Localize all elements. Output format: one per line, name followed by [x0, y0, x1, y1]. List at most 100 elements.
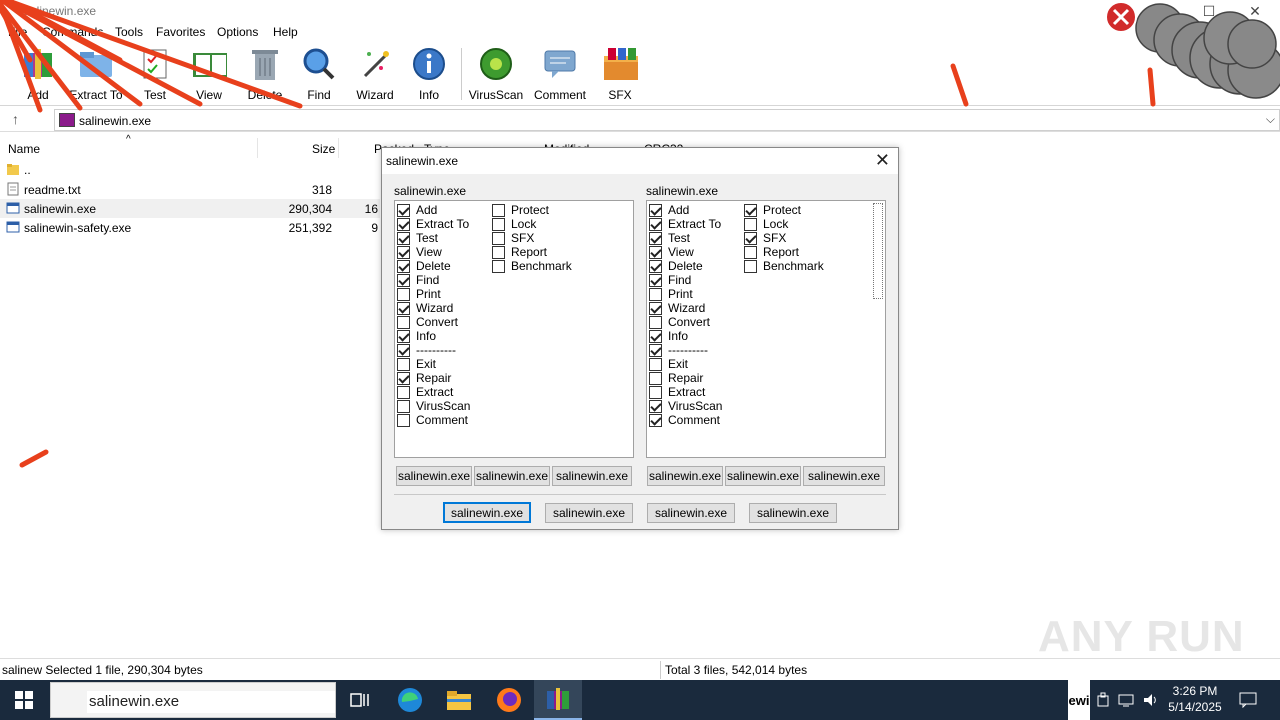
dialog-button-3[interactable]: salinewin.exe [647, 503, 735, 523]
checkbox-box[interactable] [649, 301, 662, 315]
checkbox-box[interactable] [744, 231, 757, 245]
checkbox-convert[interactable]: Convert [649, 315, 710, 329]
checkbox-box[interactable] [649, 413, 662, 427]
network-icon[interactable] [1118, 680, 1136, 720]
checkbox-box[interactable] [744, 259, 757, 273]
task-view-icon[interactable] [336, 680, 384, 720]
checkbox-box[interactable] [649, 399, 662, 413]
checkbox-box[interactable] [397, 245, 410, 259]
checkbox-repair[interactable]: Repair [397, 371, 451, 385]
checkbox-box[interactable] [397, 343, 410, 357]
menu-file[interactable]: File [8, 25, 27, 39]
checkbox-benchmark[interactable]: Benchmark [492, 259, 572, 273]
extract-to-button[interactable]: Extract To [68, 46, 124, 102]
checkbox-sfx[interactable]: SFX [492, 231, 534, 245]
checkbox-protect[interactable]: Protect [492, 203, 549, 217]
checkbox-box[interactable] [649, 231, 662, 245]
scrollbar[interactable] [873, 203, 883, 299]
checkbox-box[interactable] [397, 217, 410, 231]
dialog-button-4[interactable]: salinewin.exe [749, 503, 837, 523]
checkbox-box[interactable] [397, 371, 410, 385]
checkbox-benchmark[interactable]: Benchmark [744, 259, 824, 273]
dialog-button-2[interactable]: salinewin.exe [545, 503, 633, 523]
checkbox-lock[interactable]: Lock [492, 217, 536, 231]
checkbox-box[interactable] [397, 287, 410, 301]
checkbox-box[interactable] [649, 259, 662, 273]
checkbox-box[interactable] [649, 245, 662, 259]
checkbox-box[interactable] [649, 203, 662, 217]
checkbox-box[interactable] [649, 343, 662, 357]
column-size[interactable]: Size [312, 142, 335, 156]
checkbox-box[interactable] [649, 329, 662, 343]
checkbox-box[interactable] [649, 217, 662, 231]
checkbox-[interactable]: ---------- [397, 343, 456, 357]
list-item[interactable]: readme.txt 318 [0, 180, 380, 199]
search-input[interactable]: salinewin.exe [87, 691, 335, 713]
checkbox-box[interactable] [397, 203, 410, 217]
checkbox-box[interactable] [492, 203, 505, 217]
menu-commands[interactable]: Commands [42, 25, 103, 39]
add-button[interactable]: Add [10, 46, 66, 102]
checkbox-protect[interactable]: Protect [744, 203, 801, 217]
list-item-selected[interactable]: salinewin.exe 290,304 16 [0, 199, 380, 218]
checkbox-print[interactable]: Print [397, 287, 441, 301]
checkbox-comment[interactable]: Comment [649, 413, 720, 427]
checkbox-virusscan[interactable]: VirusScan [397, 399, 470, 413]
comment-button[interactable]: Comment [532, 46, 588, 102]
security-icon[interactable] [1096, 680, 1110, 720]
checkbox-view[interactable]: View [649, 245, 694, 259]
checkbox-box[interactable] [744, 217, 757, 231]
checkbox-box[interactable] [649, 385, 662, 399]
checkbox-box[interactable] [492, 245, 505, 259]
firefox-icon[interactable] [485, 680, 533, 720]
checkbox-wizard[interactable]: Wizard [649, 301, 705, 315]
checkbox-[interactable]: ---------- [649, 343, 708, 357]
checkbox-test[interactable]: Test [649, 231, 690, 245]
list-item[interactable]: salinewin-safety.exe 251,392 9 [0, 218, 380, 237]
checkbox-box[interactable] [397, 399, 410, 413]
menu-help[interactable]: Help [273, 25, 298, 39]
minimize-button[interactable]: — [1140, 0, 1186, 22]
dialog-default-button[interactable]: salinewin.exe [443, 502, 531, 523]
virusscan-button[interactable]: VirusScan [468, 46, 524, 102]
menu-tools[interactable]: Tools [115, 25, 143, 39]
checkbox-box[interactable] [397, 259, 410, 273]
menu-options[interactable]: Options [217, 25, 258, 39]
checkbox-box[interactable] [397, 413, 410, 427]
sfx-button[interactable]: SFX [592, 46, 648, 102]
checkbox-wizard[interactable]: Wizard [397, 301, 453, 315]
find-button[interactable]: Find [291, 46, 347, 102]
winrar-taskbar-icon[interactable] [534, 680, 582, 720]
checkbox-print[interactable]: Print [649, 287, 693, 301]
checkbox-comment[interactable]: Comment [397, 413, 468, 427]
checkbox-add[interactable]: Add [649, 203, 689, 217]
checkbox-report[interactable]: Report [744, 245, 799, 259]
checkbox-repair[interactable]: Repair [649, 371, 703, 385]
right-action-button-3[interactable]: salinewin.exe [803, 466, 885, 486]
checkbox-box[interactable] [397, 315, 410, 329]
checkbox-box[interactable] [397, 301, 410, 315]
checkbox-view[interactable]: View [397, 245, 442, 259]
checkbox-add[interactable]: Add [397, 203, 437, 217]
checkbox-box[interactable] [397, 357, 410, 371]
checkbox-exit[interactable]: Exit [397, 357, 436, 371]
checkbox-box[interactable] [492, 217, 505, 231]
system-clock[interactable]: 3:26 PM 5/14/2025 [1160, 683, 1230, 715]
arrow-up-icon[interactable]: ↑ [12, 111, 19, 127]
close-icon[interactable]: ✕ [875, 150, 890, 171]
list-item[interactable]: .. [0, 160, 380, 179]
checkbox-extract-to[interactable]: Extract To [397, 217, 469, 231]
checkbox-box[interactable] [492, 231, 505, 245]
checkbox-extract-to[interactable]: Extract To [649, 217, 721, 231]
close-button[interactable]: ✕ [1232, 0, 1278, 22]
checkbox-box[interactable] [492, 259, 505, 273]
info-button[interactable]: Info [401, 46, 457, 102]
checkbox-box[interactable] [649, 315, 662, 329]
checkbox-box[interactable] [397, 273, 410, 287]
checkbox-report[interactable]: Report [492, 245, 547, 259]
checkbox-find[interactable]: Find [649, 273, 691, 287]
checkbox-extract[interactable]: Extract [649, 385, 705, 399]
checkbox-box[interactable] [744, 203, 757, 217]
checkbox-lock[interactable]: Lock [744, 217, 788, 231]
checkbox-box[interactable] [649, 371, 662, 385]
